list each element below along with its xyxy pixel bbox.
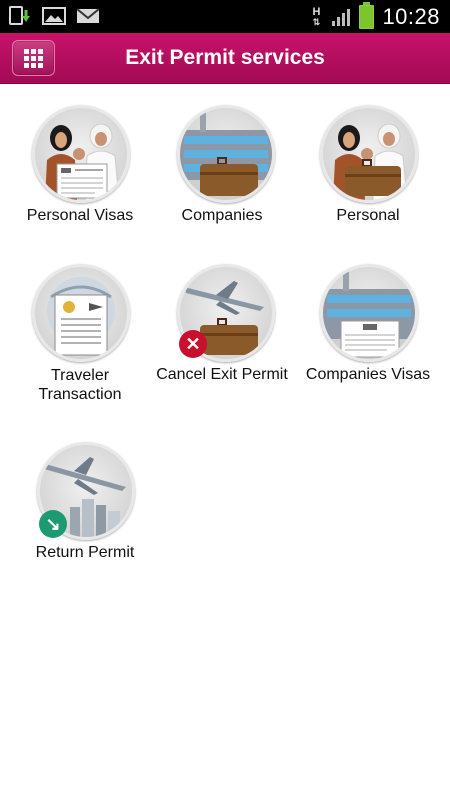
service-cancel-exit-permit[interactable]: ✕ Cancel Exit Permit <box>147 264 297 389</box>
image-notification-icon <box>42 7 66 25</box>
service-label: Companies <box>181 207 263 224</box>
personal-image <box>320 105 418 203</box>
service-return-permit[interactable]: ↘ Return Permit <box>10 442 160 567</box>
service-label: Personal Visas <box>26 207 134 224</box>
grid-menu-icon <box>24 49 43 68</box>
page-title: Exit Permit services <box>125 46 325 69</box>
return-arrow-icon: ↘ <box>39 510 67 538</box>
service-personal-visas[interactable]: Personal Visas <box>5 105 155 230</box>
companies-visas-image <box>320 264 418 362</box>
menu-button[interactable] <box>12 40 55 76</box>
service-label-line-2: Transaction <box>38 386 122 403</box>
app-header: Exit Permit services <box>0 33 450 84</box>
companies-image <box>177 105 275 203</box>
clock: 10:28 <box>382 3 440 29</box>
download-notification-icon <box>9 6 30 25</box>
service-label: Personal <box>336 207 400 224</box>
battery-icon <box>359 1 375 29</box>
service-label-line-1: Traveler <box>50 367 110 384</box>
service-label: Return Permit <box>35 544 135 561</box>
service-label: Companies Visas <box>305 366 431 383</box>
cancel-icon: ✕ <box>179 330 207 358</box>
traveler-transaction-image <box>32 264 130 362</box>
status-bar: H ⇅ 10:28 <box>0 0 450 33</box>
network-type-indicator: H ⇅ <box>312 5 321 27</box>
service-companies-visas[interactable]: Companies Visas <box>293 264 443 389</box>
service-label: Traveler Transaction <box>5 366 155 404</box>
service-personal[interactable]: Personal <box>293 105 443 230</box>
personal-visas-image <box>32 105 130 203</box>
service-companies[interactable]: Companies <box>147 105 297 230</box>
service-traveler-transaction[interactable]: Traveler Transaction <box>5 264 155 404</box>
signal-strength-icon <box>332 8 351 26</box>
service-label: Cancel Exit Permit <box>156 366 288 383</box>
email-notification-icon <box>76 8 100 23</box>
